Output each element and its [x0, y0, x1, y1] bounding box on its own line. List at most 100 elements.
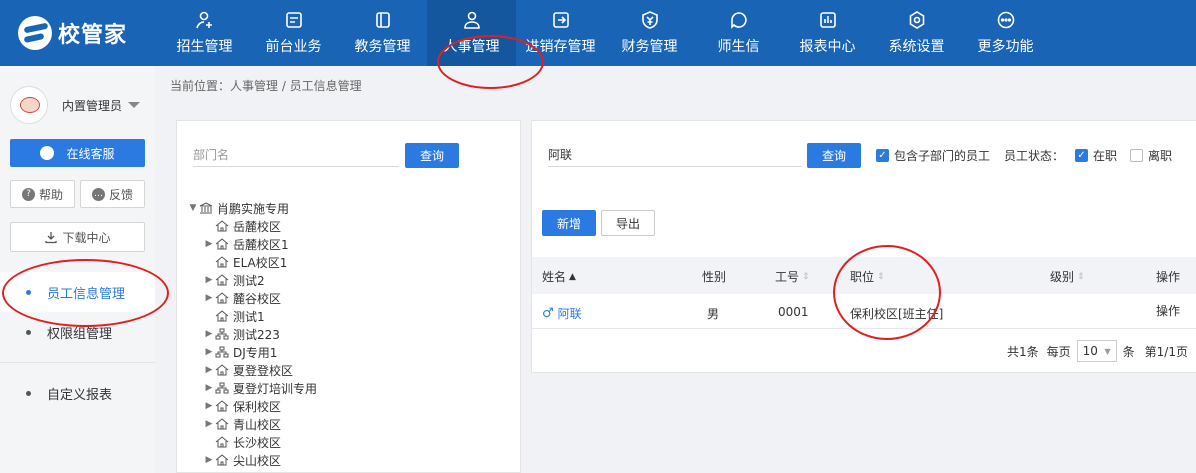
- logo-text: 校管家: [58, 23, 128, 48]
- collapsed-icon[interactable]: ▶: [203, 455, 215, 465]
- add-staff-button[interactable]: 新增: [542, 210, 596, 236]
- nav-item-academic[interactable]: 教务管理: [338, 0, 427, 66]
- bullet-icon: [26, 329, 31, 335]
- feedback-button[interactable]: … 反馈: [80, 180, 145, 208]
- collapsed-icon[interactable]: ▶: [203, 365, 215, 375]
- staff-search-input[interactable]: [548, 143, 802, 167]
- pagination: 共1条 每页 10 ▼ 条 第1/1页: [1007, 340, 1188, 362]
- tree-node-label: 青山校区: [233, 417, 282, 432]
- nav-label: 前台业务: [265, 39, 322, 55]
- nav-label: 系统设置: [888, 39, 945, 55]
- nav-item-hr[interactable]: 人事管理: [427, 0, 516, 66]
- tree-node[interactable]: ▶ 青山校区: [187, 415, 317, 433]
- nav-label: 人事管理: [443, 39, 500, 55]
- staff-name: 阿联: [557, 307, 582, 321]
- top-nav-bar: 校管家 招生管理 前台业务 教务管理 人事管理 进销存管理 财务管理 师生信 报…: [0, 0, 1196, 66]
- staff-name-link[interactable]: ♂ 阿联: [542, 305, 582, 322]
- column-header-position[interactable]: 职位 ⇕: [850, 268, 885, 285]
- collapsed-icon[interactable]: ▶: [203, 401, 215, 411]
- column-header-gender: 性别: [702, 268, 726, 285]
- nav-item-finance[interactable]: 财务管理: [605, 0, 694, 66]
- caret-down-icon: [128, 102, 141, 108]
- user-menu[interactable]: 内置管理员: [10, 86, 141, 124]
- tree-node[interactable]: ▶ 岳麓校区1: [187, 235, 317, 253]
- collapsed-icon[interactable]: ▶: [203, 293, 215, 303]
- bullet-icon: [26, 289, 31, 295]
- export-button[interactable]: 导出: [601, 210, 655, 236]
- nav-item-reports[interactable]: 报表中心: [783, 0, 872, 66]
- org-icon: [215, 328, 229, 340]
- status-active-checkbox[interactable]: 在职: [1075, 147, 1117, 164]
- sidebar-item-label: 权限组管理: [47, 326, 113, 342]
- bullet-icon: [26, 390, 31, 396]
- home-icon: [215, 454, 229, 466]
- tree-node-label: 测试1: [233, 309, 265, 324]
- tree-node[interactable]: ▶ 麓谷校区: [187, 289, 317, 307]
- sidebar-item-staff-info[interactable]: 员工信息管理: [0, 272, 155, 312]
- include-sub-dept-checkbox[interactable]: 包含子部门的员工: [876, 147, 990, 164]
- online-service-button[interactable]: 在线客服: [10, 139, 145, 167]
- help-button[interactable]: ? 帮助: [10, 180, 75, 208]
- tree-node-label: 测试2: [233, 273, 265, 288]
- tree-node-label: 测试223: [233, 327, 280, 342]
- tree-node[interactable]: 测试1: [187, 307, 317, 325]
- sidebar-item-custom-reports[interactable]: 自定义报表: [0, 373, 155, 413]
- feedback-icon: …: [91, 187, 105, 201]
- staff-search-button[interactable]: 查询: [807, 143, 861, 168]
- help-icon: ?: [21, 187, 35, 201]
- staff-emp-no: 0001: [778, 305, 809, 319]
- column-header-level[interactable]: 级别 ⇕: [1050, 268, 1085, 285]
- tree-node[interactable]: ▶ 夏登登校区: [187, 361, 317, 379]
- tree-node[interactable]: 岳麓校区: [187, 217, 317, 235]
- checkbox-checked-icon: [876, 149, 889, 162]
- tree-node-label: 肖鹏实施专用: [217, 201, 290, 216]
- sidebar-item-permission-groups[interactable]: 权限组管理: [0, 312, 155, 352]
- yen-shield-icon: [641, 11, 658, 29]
- tree-node[interactable]: 长沙校区: [187, 433, 317, 451]
- nav-item-front-desk[interactable]: 前台业务: [249, 0, 338, 66]
- department-panel: 查询 ▼ 肖鹏实施专用 岳麓校区 ▶ 岳麓校区1 ELA校区1 ▶ 测试2 ▶ 麓谷校区…: [176, 120, 521, 473]
- collapsed-icon[interactable]: ▶: [203, 347, 215, 357]
- org-icon: [215, 382, 229, 394]
- collapsed-icon[interactable]: ▶: [203, 419, 215, 429]
- department-search-button[interactable]: 查询: [405, 143, 459, 168]
- header-label: 操作: [1156, 270, 1181, 284]
- feedback-label: 反馈: [108, 187, 133, 202]
- download-icon: [45, 232, 58, 244]
- tree-node[interactable]: ▼ 肖鹏实施专用: [187, 199, 317, 217]
- column-header-name[interactable]: 姓名 ▲: [542, 268, 576, 285]
- nav-item-more[interactable]: 更多功能: [961, 0, 1050, 66]
- sidebar-item-label: 自定义报表: [47, 387, 113, 403]
- divider: [0, 362, 155, 363]
- collapsed-icon[interactable]: ▶: [203, 383, 215, 393]
- pager-total: 共1条: [1007, 344, 1039, 359]
- ellipsis-icon: [997, 11, 1014, 29]
- nav-item-inventory[interactable]: 进销存管理: [516, 0, 605, 66]
- download-center-button[interactable]: 下载中心: [10, 222, 145, 252]
- column-header-emp-no[interactable]: 工号 ⇕: [775, 268, 810, 285]
- online-service-label: 在线客服: [66, 146, 115, 161]
- tree-node[interactable]: ▶ 测试223: [187, 325, 317, 343]
- department-search-input[interactable]: [193, 143, 399, 167]
- expanded-icon[interactable]: ▼: [187, 203, 199, 213]
- row-action-button[interactable]: 操作: [1156, 302, 1180, 319]
- tree-node-label: ELA校区1: [233, 255, 288, 270]
- org-icon: [215, 346, 229, 358]
- collapsed-icon[interactable]: ▶: [203, 329, 215, 339]
- tree-node[interactable]: ELA校区1: [187, 253, 317, 271]
- tree-node[interactable]: ▶ 测试2: [187, 271, 317, 289]
- tree-node[interactable]: ▶ 夏登灯培训专用: [187, 379, 317, 397]
- status-label-text: 员工状态：: [1004, 149, 1065, 163]
- tree-node[interactable]: ▶ 保利校区: [187, 397, 317, 415]
- collapsed-icon[interactable]: ▶: [203, 239, 215, 249]
- page-size-select[interactable]: 10 ▼: [1076, 340, 1117, 362]
- status-left-checkbox[interactable]: 离职: [1130, 147, 1172, 164]
- tree-node[interactable]: ▶ 尖山校区: [187, 451, 317, 469]
- nav-item-settings[interactable]: 系统设置: [872, 0, 961, 66]
- nav-item-messages[interactable]: 师生信: [694, 0, 783, 66]
- collapsed-icon[interactable]: ▶: [203, 275, 215, 285]
- app-logo[interactable]: 校管家: [18, 16, 127, 50]
- nav-item-enrollment[interactable]: 招生管理: [160, 0, 249, 66]
- tree-node[interactable]: ▶ DJ专用1: [187, 343, 317, 361]
- home-icon: [215, 310, 229, 322]
